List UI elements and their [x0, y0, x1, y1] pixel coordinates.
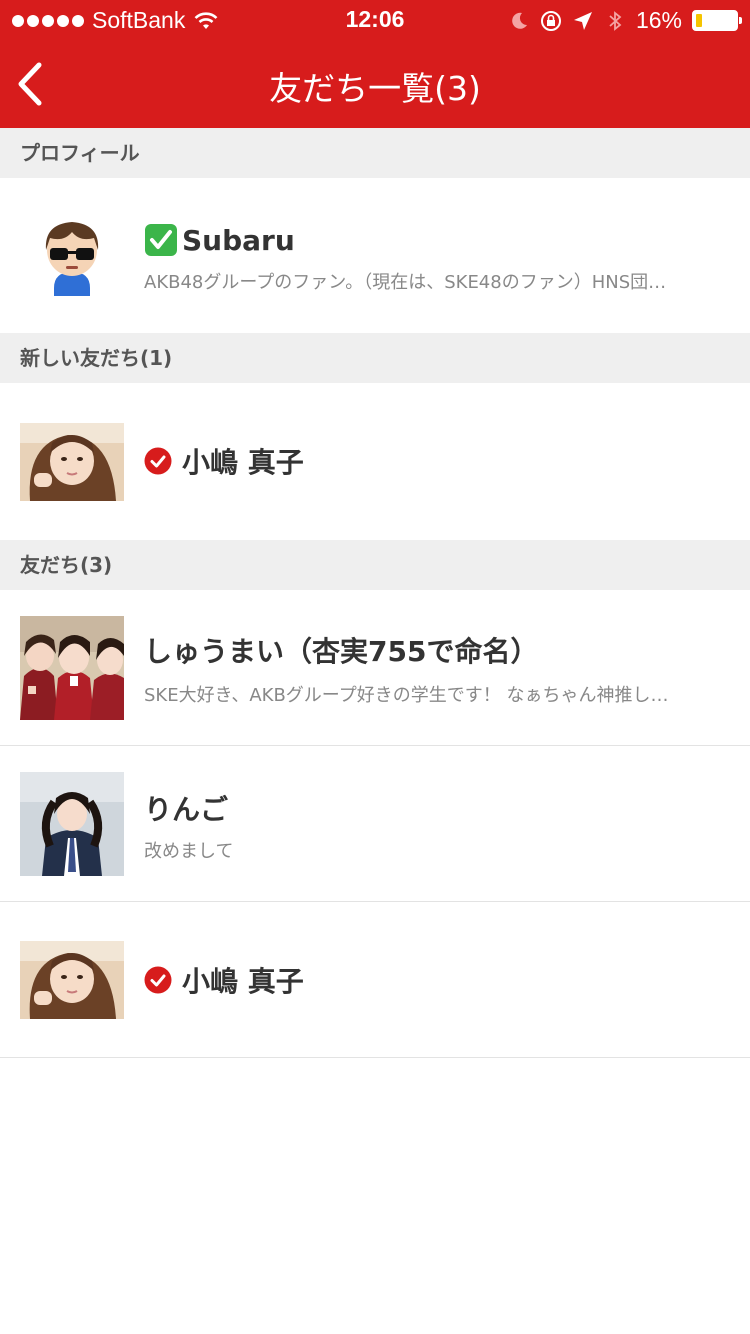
friend-avatar	[20, 941, 124, 1019]
friend-description: SKE大好き、AKBグループ好きの学生です！ なぁちゃん神推し…	[144, 685, 669, 706]
friend-row[interactable]: りんご 改めまして	[0, 746, 750, 902]
friend-name: 小嶋 真子	[182, 965, 304, 998]
bluetooth-icon	[609, 10, 622, 31]
location-icon	[573, 11, 592, 30]
friend-avatar	[20, 772, 124, 876]
friend-description: 改めまして	[144, 841, 234, 862]
profile-row[interactable]: Subaru AKB48グループのファン。（現在は、SKE48のファン）HNS団…	[0, 178, 750, 333]
battery-percent: 16%	[635, 7, 682, 33]
verified-check-icon	[144, 447, 172, 475]
profile-name-line: Subaru	[144, 220, 295, 260]
friend-name-line: 小嶋 真子	[144, 960, 304, 1000]
profile-avatar	[20, 216, 124, 296]
friend-name: りんご	[144, 793, 229, 826]
profile-name: Subaru	[182, 223, 295, 257]
friend-name: 小嶋 真子	[182, 446, 304, 479]
status-right: 16%	[508, 7, 742, 34]
battery-icon	[692, 10, 742, 31]
friend-row[interactable]: しゅうまい（杏実755で命名） SKE大好き、AKBグループ好きの学生です！ な…	[0, 590, 750, 746]
verified-check-icon	[144, 966, 172, 994]
battery-level	[696, 14, 702, 27]
status-bar: SoftBank 12:06 16%	[0, 0, 750, 40]
moon-icon	[512, 12, 527, 29]
rotation-lock-icon	[540, 10, 561, 31]
section-header-profile: プロフィール	[0, 128, 750, 178]
friend-name-line: りんご	[144, 788, 228, 828]
app-header: SoftBank 12:06 16% 友だち一覧(3)	[0, 0, 750, 128]
friend-name: しゅうまい（杏実755で命名）	[144, 635, 539, 668]
section-header-friends: 友だち(3)	[0, 540, 750, 590]
friend-row[interactable]: 小嶋 真子	[0, 902, 750, 1058]
profile-description: AKB48グループのファン。（現在は、SKE48のファン）HNS団…	[144, 272, 667, 293]
friend-avatar	[20, 423, 124, 501]
green-check-icon	[145, 224, 177, 256]
friend-avatar	[20, 616, 124, 720]
section-header-new-friends: 新しい友だち(1)	[0, 333, 750, 383]
friend-name-line: しゅうまい（杏実755で命名）	[144, 630, 538, 670]
page-title: 友だち一覧(3)	[269, 69, 481, 108]
new-friend-row[interactable]: 小嶋 真子	[0, 383, 750, 539]
friend-name-line: 小嶋 真子	[144, 441, 304, 481]
